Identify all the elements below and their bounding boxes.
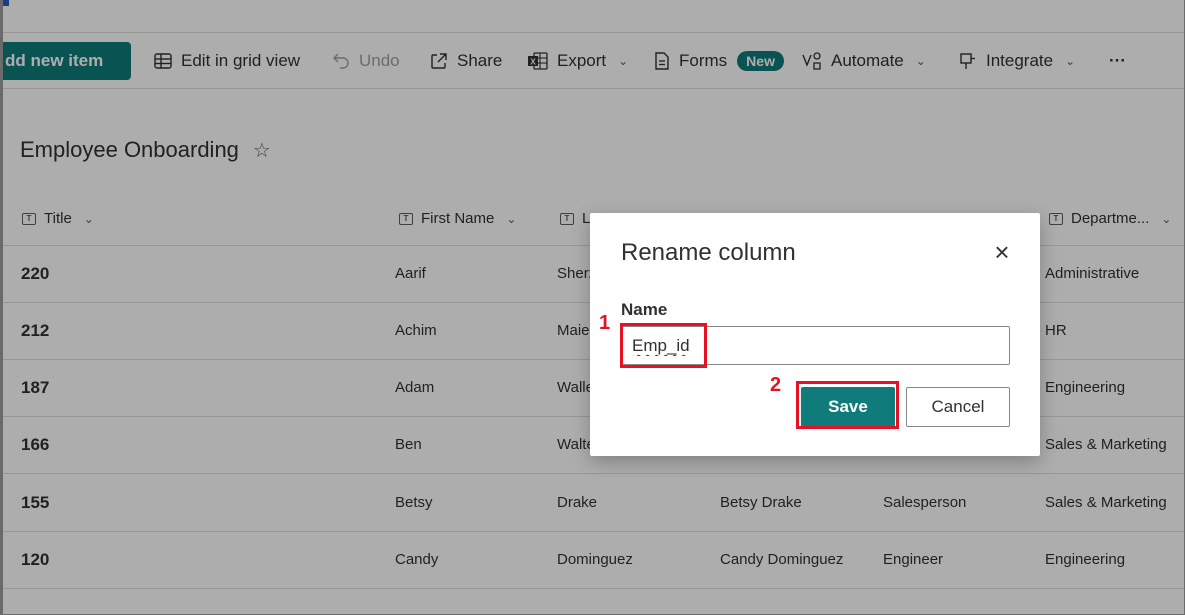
highlight-box-name-input (620, 323, 707, 368)
app-frame: dd new item Edit in grid view Undo Share (0, 0, 1185, 615)
step-number-1: 1 (599, 312, 611, 334)
close-icon[interactable]: × (991, 239, 1013, 265)
dialog-title: Rename column (621, 239, 796, 266)
step-number-2: 2 (770, 374, 782, 396)
cancel-button[interactable]: Cancel (906, 387, 1010, 427)
highlight-box-save-button (796, 381, 899, 429)
name-field-label: Name (621, 300, 668, 319)
